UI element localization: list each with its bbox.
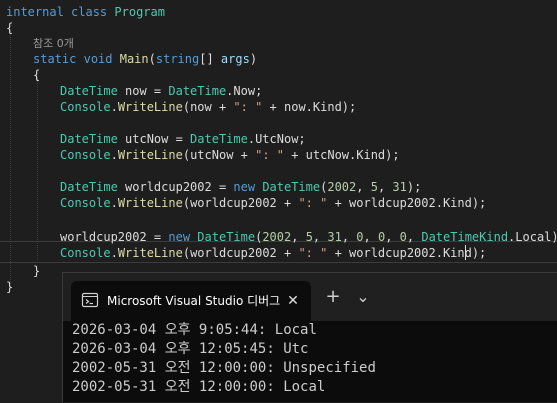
output-line: 2002-05-31 오전 12:00:00: Unspecified	[72, 360, 376, 376]
terminal-tab-title: Microsoft Visual Studio 디버그	[107, 294, 281, 308]
code-line-method-open[interactable]: {	[33, 63, 40, 87]
terminal-icon	[81, 292, 99, 308]
output-line: 2026-03-04 오후 12:05:45: Utc	[72, 341, 309, 357]
code-line-method-close[interactable]: }	[33, 259, 40, 283]
text-caret	[465, 245, 466, 260]
terminal-tab[interactable]: Microsoft Visual Studio 디버그 ✕	[71, 281, 311, 321]
output-line: 2026-03-04 오후 9:05:44: Local	[72, 322, 317, 338]
terminal-output[interactable]: 2026-03-04 오후 9:05:44: Local 2026-03-04 …	[63, 321, 557, 403]
code-line-utcnow-writeline[interactable]: Console.WriteLine(utcNow + ": " + utcNow…	[60, 143, 400, 167]
code-line-class-close[interactable]: }	[6, 275, 13, 299]
code-line-class-decl[interactable]: internal class Program	[6, 0, 165, 24]
terminal-titlebar[interactable]: Microsoft Visual Studio 디버그 ✕ + ⌄	[63, 273, 557, 321]
chevron-down-icon[interactable]: ⌄	[349, 285, 377, 309]
close-icon[interactable]: ✕	[283, 291, 303, 311]
debug-console-window[interactable]: Microsoft Visual Studio 디버그 ✕ + ⌄ 2026-0…	[62, 272, 557, 402]
code-line-open-brace[interactable]: {	[6, 16, 13, 40]
indent-guide	[10, 30, 11, 284]
code-line-worldcup-writeline[interactable]: Console.WriteLine(worldcup2002 + ": " + …	[60, 191, 486, 215]
indent-guide	[37, 78, 38, 260]
code-line-now-writeline[interactable]: Console.WriteLine(now + ": " + now.Kind)…	[60, 95, 356, 119]
new-tab-button[interactable]: +	[319, 285, 347, 309]
code-line-method-decl[interactable]: static void Main(string[] args)	[33, 47, 257, 71]
code-line-worldcup-writeline-2[interactable]: Console.WriteLine(worldcup2002 + ": " + …	[60, 241, 486, 265]
output-line: 2002-05-31 오전 12:00:00: Local	[72, 379, 326, 395]
